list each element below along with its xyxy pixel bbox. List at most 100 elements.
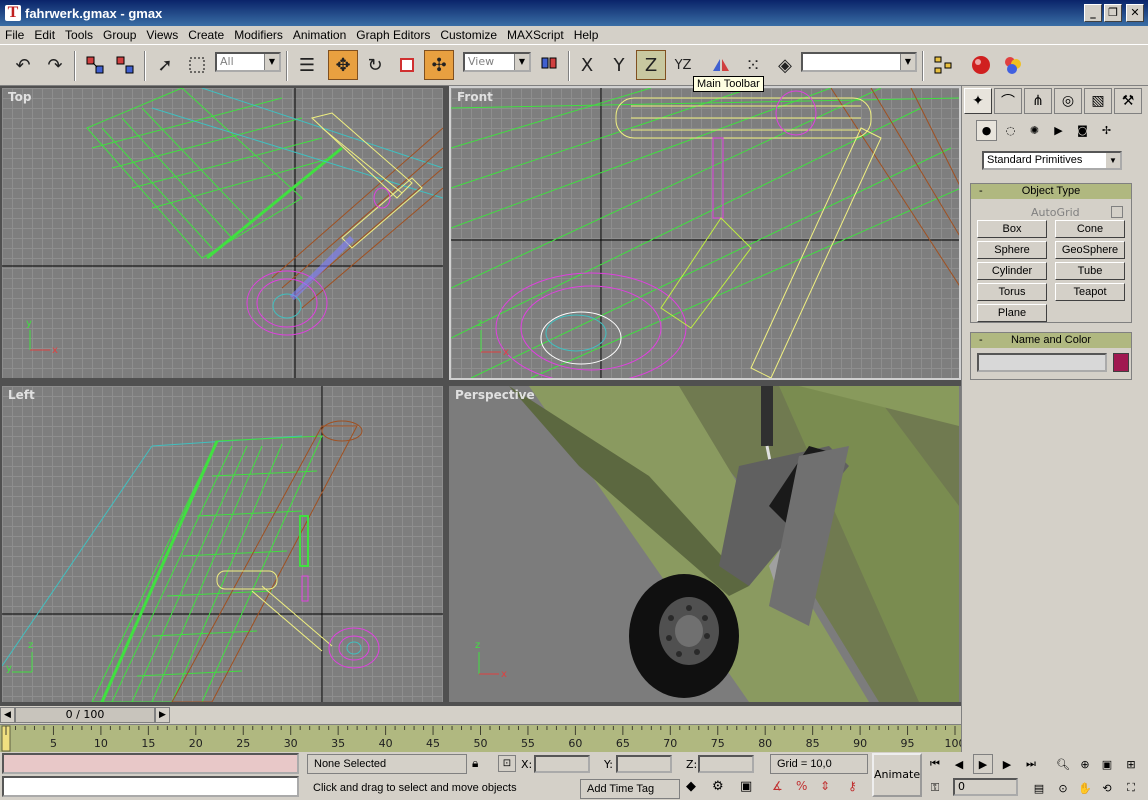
name-color-header[interactable]: - Name and Color (971, 333, 1131, 348)
time-slider[interactable]: 0 / 100 (15, 707, 155, 723)
menu-modifiers[interactable]: Modifiers (229, 28, 288, 42)
time-config-icon[interactable]: ⚿ (925, 778, 945, 798)
menu-edit[interactable]: Edit (29, 28, 60, 42)
time-next-arrow-icon[interactable]: ▶ (155, 707, 170, 723)
tube-button[interactable]: Tube (1055, 262, 1125, 280)
autogrid-checkbox[interactable] (1111, 206, 1123, 218)
selection-region-icon[interactable] (182, 50, 212, 80)
restrict-x-button[interactable]: X (572, 50, 602, 80)
snap-toggle-icon[interactable]: ⚙ (712, 779, 732, 799)
menu-customize[interactable]: Customize (435, 28, 502, 42)
zoom-icon[interactable]: 🔍︎ (1053, 754, 1073, 774)
utilities-tab-icon[interactable]: ⚒ (1114, 88, 1142, 114)
menu-create[interactable]: Create (183, 28, 229, 42)
reference-coord-dropdown[interactable]: View ▼ (463, 52, 531, 72)
viewport-perspective[interactable]: Perspective z x (449, 386, 961, 702)
percent-snap-icon[interactable]: % (796, 779, 816, 799)
select-and-move-icon[interactable]: ✥ (328, 50, 358, 80)
box-mode-icon[interactable]: ▣ (740, 779, 760, 799)
maximize-button[interactable]: ❐ (1104, 4, 1122, 22)
teapot-button[interactable]: Teapot (1055, 283, 1125, 301)
zoom-all-icon[interactable]: ⊕ (1075, 754, 1095, 774)
angle-snap-icon[interactable]: ∡ (772, 779, 792, 799)
render-scene-icon[interactable] (966, 50, 996, 80)
gmax-logo-icon[interactable]: T (5, 5, 21, 21)
menu-graph-editors[interactable]: Graph Editors (351, 28, 435, 42)
next-frame-icon[interactable]: ▶ (997, 754, 1017, 774)
viewport-perspective-label[interactable]: Perspective (455, 388, 535, 402)
y-coord-field[interactable] (616, 755, 672, 773)
z-coord-field[interactable] (698, 755, 754, 773)
menu-group[interactable]: Group (98, 28, 141, 42)
viewport-top-label[interactable]: Top (8, 90, 31, 104)
zoom-extents-icon[interactable]: ▣ (1097, 754, 1117, 774)
restrict-y-button[interactable]: Y (604, 50, 634, 80)
lock-icon[interactable]: 🔒︎ (472, 756, 478, 771)
viewport-left-label[interactable]: Left (8, 388, 35, 402)
goto-end-icon[interactable]: ⏭ (1021, 754, 1041, 774)
prev-frame-icon[interactable]: ◀ (949, 754, 969, 774)
helpers-icon[interactable]: ◙ (1072, 120, 1093, 141)
cylinder-button[interactable]: Cylinder (977, 262, 1047, 280)
plane-button[interactable]: Plane (977, 304, 1047, 322)
spinner-snap-icon[interactable]: ⇕ (820, 779, 840, 799)
align-icon[interactable]: ◈ (770, 50, 800, 80)
display-tab-icon[interactable]: ▧ (1084, 88, 1112, 114)
primitive-category-dropdown[interactable]: Standard Primitives ▼ (982, 151, 1122, 170)
cameras-icon[interactable]: ▶ (1048, 120, 1069, 141)
time-configuration-icon[interactable]: ▤ (1029, 778, 1049, 798)
motion-tab-icon[interactable]: ◎ (1054, 88, 1082, 114)
current-frame-field[interactable]: 0 (953, 778, 1018, 796)
viewport-shading-icon[interactable]: ◆ (686, 779, 706, 799)
menu-help[interactable]: Help (569, 28, 604, 42)
create-tab-icon[interactable]: ✦ (964, 88, 992, 114)
menu-maxscript[interactable]: MAXScript (502, 28, 569, 42)
object-name-field[interactable] (977, 353, 1107, 372)
select-by-name-icon[interactable]: ☰ (292, 50, 322, 80)
goto-start-icon[interactable]: ⏮ (925, 754, 945, 774)
hierarchy-tab-icon[interactable]: ⋔ (1024, 88, 1052, 114)
x-coord-field[interactable] (534, 755, 590, 773)
menu-tools[interactable]: Tools (60, 28, 98, 42)
animate-button[interactable]: Animate (872, 753, 922, 797)
menu-views[interactable]: Views (141, 28, 183, 42)
restrict-z-button[interactable]: Z (636, 50, 666, 80)
viewport-top[interactable]: Top y x (2, 88, 443, 378)
select-and-scale-icon[interactable] (392, 50, 422, 80)
select-and-rotate-icon[interactable]: ↻ (360, 50, 390, 80)
add-time-tag-button[interactable]: Add Time Tag (580, 779, 680, 799)
space-warps-icon[interactable]: ✢ (1096, 120, 1117, 141)
maxscript-listener-input[interactable] (2, 776, 299, 797)
selection-filter-dropdown[interactable]: All ▼ (215, 52, 281, 72)
close-button[interactable]: ✕ (1126, 4, 1144, 22)
geometry-icon[interactable]: ● (976, 120, 997, 141)
play-icon[interactable]: ▶ (973, 754, 993, 774)
sphere-button[interactable]: Sphere (977, 241, 1047, 259)
viewport-front-label[interactable]: Front (457, 90, 493, 104)
pivot-center-icon[interactable]: ✣ (424, 50, 454, 80)
maxscript-listener-output[interactable] (2, 753, 299, 774)
menu-animation[interactable]: Animation (288, 28, 351, 42)
use-pivot-icon[interactable] (534, 50, 564, 80)
geosphere-button[interactable]: GeoSphere (1055, 241, 1125, 259)
viewport-left[interactable]: Left z y (2, 386, 443, 702)
box-button[interactable]: Box (977, 220, 1047, 238)
minimize-button[interactable]: _ (1084, 4, 1102, 22)
lights-icon[interactable]: ✺ (1024, 120, 1045, 141)
maximize-viewport-icon[interactable]: ⛶ (1121, 778, 1141, 798)
redo-icon[interactable]: ↷ (40, 50, 70, 80)
material-editor-icon[interactable] (998, 50, 1028, 80)
zoom-extents-all-icon[interactable]: ⊞ (1121, 754, 1141, 774)
modify-tab-icon[interactable]: ⌒ (994, 88, 1022, 114)
trackbar[interactable]: 5 10 15 20 25 30 35 40 45 50 55 60 65 70 75 80 85 90 95 100 (0, 724, 966, 752)
object-type-header[interactable]: - Object Type (971, 184, 1131, 199)
torus-button[interactable]: Torus (977, 283, 1047, 301)
key-filter-icon[interactable]: ⚷ (848, 779, 868, 799)
pan-icon[interactable]: ✋ (1075, 778, 1095, 798)
absolute-mode-icon[interactable]: ⊡ (498, 755, 516, 772)
shapes-icon[interactable]: ◌ (1000, 120, 1021, 141)
field-of-view-icon[interactable]: ⊙ (1053, 778, 1073, 798)
object-color-swatch[interactable] (1113, 353, 1129, 372)
schematic-view-icon[interactable] (928, 50, 958, 80)
named-selection-dropdown[interactable]: ▼ (801, 52, 917, 72)
